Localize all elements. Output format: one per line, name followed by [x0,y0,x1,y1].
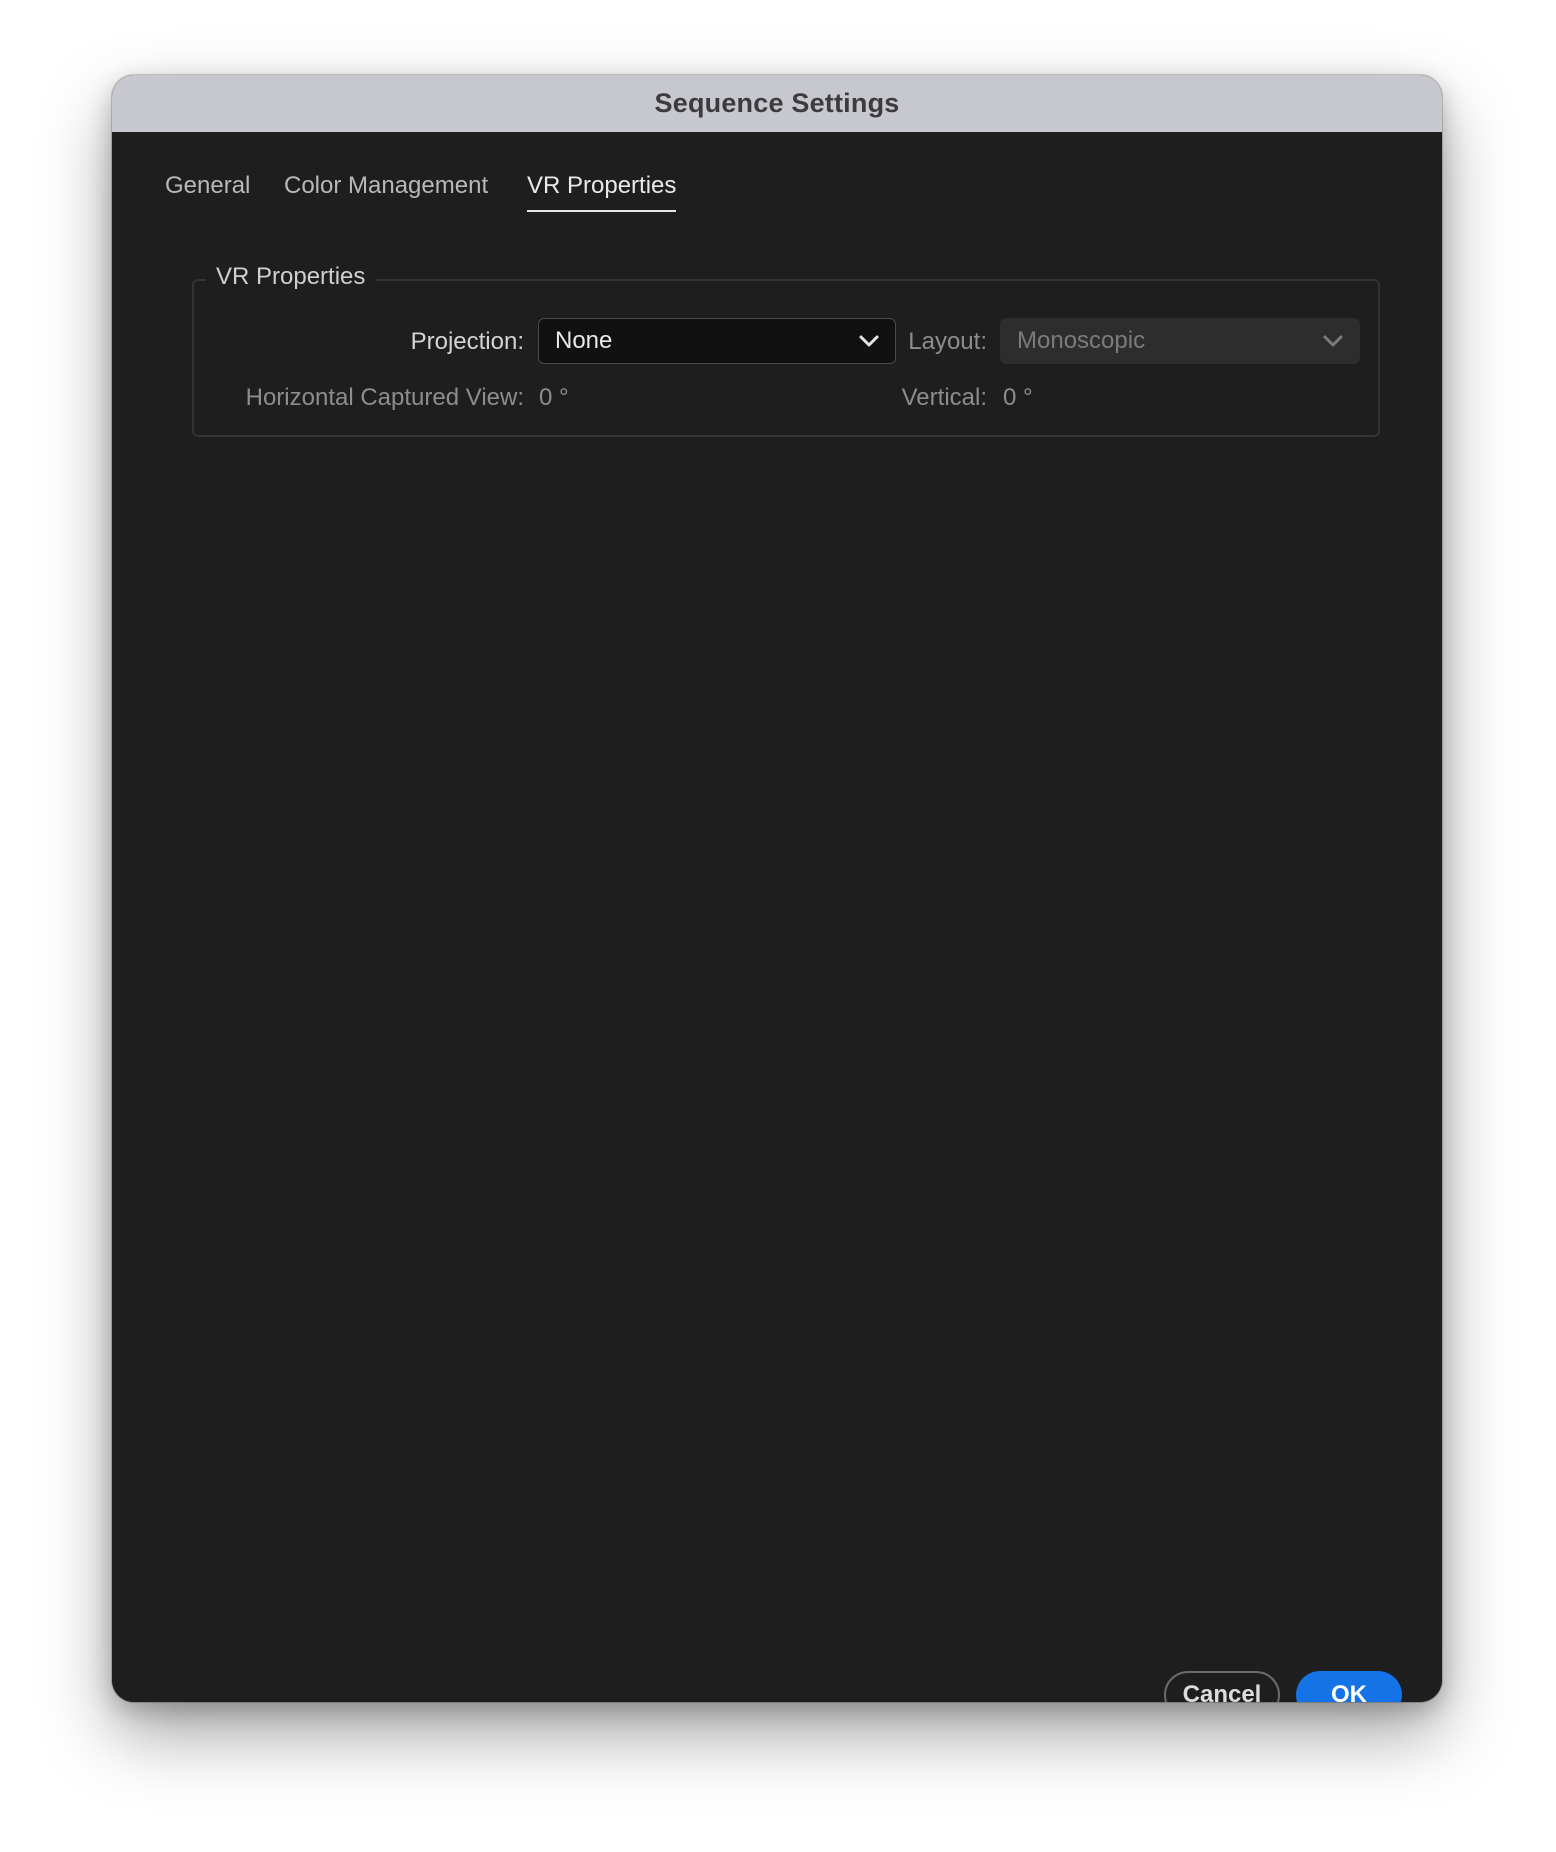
tab-color-management[interactable]: Color Management [284,172,488,210]
ok-button[interactable]: OK [1296,1671,1402,1702]
projection-selected-value: None [555,327,613,354]
cancel-button[interactable]: Cancel [1164,1671,1280,1702]
layout-selected-value: Monoscopic [1017,327,1146,354]
dialog-content: General Color Management VR Properties V… [112,132,1442,1702]
chevron-down-icon [1323,335,1343,347]
layout-dropdown[interactable]: Monoscopic [1000,318,1360,364]
sequence-settings-dialog: Sequence Settings General Color Manageme… [112,75,1442,1702]
horizontal-captured-view-label: Horizontal Captured View: [245,384,524,411]
title-bar[interactable]: Sequence Settings [112,75,1442,133]
group-title: VR Properties [206,263,376,291]
layout-label: Layout: [908,328,987,355]
vr-properties-group: VR Properties Projection: None Layout: M… [192,263,1380,437]
projection-label: Projection: [410,328,524,355]
dialog-title: Sequence Settings [654,88,900,118]
tab-general[interactable]: General [165,172,250,210]
projection-dropdown[interactable]: None [538,318,896,364]
vertical-value[interactable]: 0 ° [1003,384,1033,412]
tab-vr-properties[interactable]: VR Properties [527,172,677,212]
vertical-label: Vertical: [901,384,987,411]
chevron-down-icon [859,335,879,347]
horizontal-captured-view-value[interactable]: 0 ° [539,384,569,412]
